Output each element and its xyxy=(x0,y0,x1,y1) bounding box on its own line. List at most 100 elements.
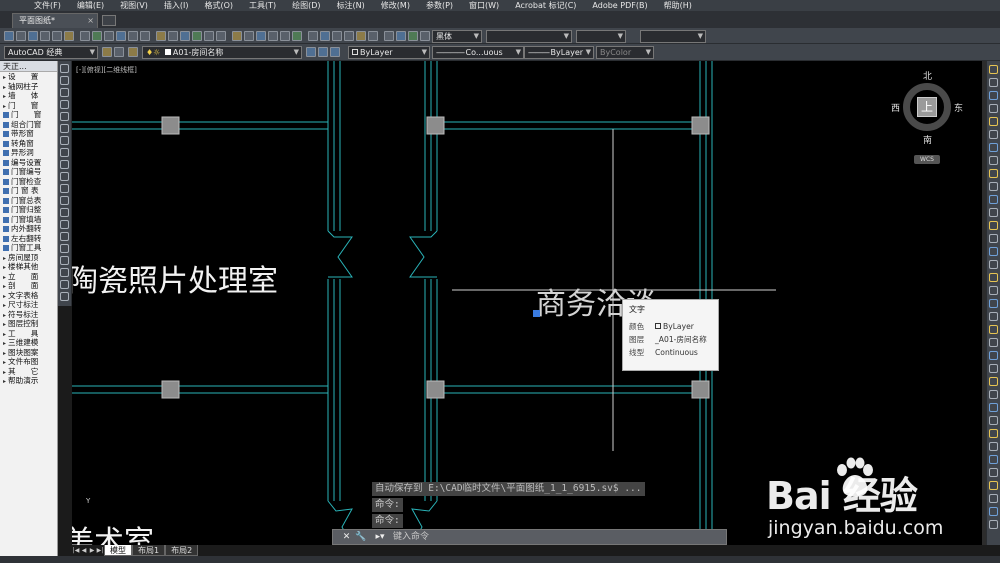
palette-item[interactable]: 门 窗 xyxy=(0,110,57,120)
modify-tool-icon[interactable] xyxy=(989,234,998,243)
menu-item[interactable]: 参数(P) xyxy=(418,0,461,11)
palette-item[interactable]: 门窗总表 xyxy=(0,196,57,206)
text-grip[interactable] xyxy=(533,310,540,317)
palette-item[interactable]: 楼梯其他 xyxy=(0,262,57,272)
menu-item[interactable]: Acrobat 标记(C) xyxy=(507,0,584,11)
palette-item[interactable]: 门窗归整 xyxy=(0,205,57,215)
modify-tool-icon[interactable] xyxy=(989,182,998,191)
toolbar-button-icon[interactable] xyxy=(192,31,202,41)
toolbar-button-icon[interactable] xyxy=(344,31,354,41)
modify-tool-icon[interactable] xyxy=(989,65,998,74)
palette-item[interactable]: 转角窗 xyxy=(0,139,57,149)
palette-item[interactable]: 尺寸标注 xyxy=(0,300,57,310)
lineweight-select[interactable]: ——— ByLayer ▼ xyxy=(524,46,594,59)
modify-tool-icon[interactable] xyxy=(989,455,998,464)
modify-tool-icon[interactable] xyxy=(989,520,998,529)
toolbar-button-icon[interactable] xyxy=(40,31,50,41)
palette-item[interactable]: 门窗编号 xyxy=(0,167,57,177)
toolbar-button-icon[interactable] xyxy=(356,31,366,41)
toolbar-button-icon[interactable] xyxy=(396,31,406,41)
draw-tool-icon[interactable] xyxy=(60,208,69,217)
draw-tool-icon[interactable] xyxy=(60,160,69,169)
menu-item[interactable]: 标注(N) xyxy=(329,0,373,11)
layer-select[interactable]: ♦☼ A01-房间名称 ▼ xyxy=(142,46,302,59)
toolbar-button-icon[interactable] xyxy=(308,31,318,41)
palette-item[interactable]: 帮助演示 xyxy=(0,376,57,386)
palette-item[interactable]: 门窗工具 xyxy=(0,243,57,253)
draw-tool-icon[interactable] xyxy=(60,280,69,289)
annotation-scale-select[interactable]: ▼ xyxy=(640,30,706,43)
draw-tool-icon[interactable] xyxy=(60,136,69,145)
palette-item[interactable]: 房间屋顶 xyxy=(0,253,57,263)
palette-item[interactable]: 图层控制 xyxy=(0,319,57,329)
toolbar-button-icon[interactable] xyxy=(216,31,226,41)
modify-tool-icon[interactable] xyxy=(989,429,998,438)
linetype-select[interactable]: ———— Co...uous ▼ xyxy=(432,46,524,59)
modify-tool-icon[interactable] xyxy=(989,91,998,100)
palette-item[interactable]: 组合门窗 xyxy=(0,120,57,130)
draw-tool-icon[interactable] xyxy=(60,196,69,205)
modify-tool-icon[interactable] xyxy=(989,377,998,386)
menu-item[interactable]: 窗口(W) xyxy=(461,0,507,11)
modify-tool-icon[interactable] xyxy=(989,390,998,399)
modify-tool-icon[interactable] xyxy=(989,208,998,217)
layer-manager-icon[interactable] xyxy=(114,47,124,57)
toolbar-button-icon[interactable] xyxy=(28,31,38,41)
menu-item[interactable]: 编辑(E) xyxy=(69,0,112,11)
draw-tool-icon[interactable] xyxy=(60,244,69,253)
toolbar-button-icon[interactable] xyxy=(104,31,114,41)
draw-tool-icon[interactable] xyxy=(60,148,69,157)
modify-tool-icon[interactable] xyxy=(989,286,998,295)
modify-tool-icon[interactable] xyxy=(989,507,998,516)
palette-item[interactable]: 文件布图 xyxy=(0,357,57,367)
draw-tool-icon[interactable] xyxy=(60,112,69,121)
layer-previous-icon[interactable] xyxy=(318,47,328,57)
palette-item[interactable]: 轴网柱子 xyxy=(0,82,57,92)
toolbar-button-icon[interactable] xyxy=(292,31,302,41)
recent-commands-icon[interactable]: ▸▾ xyxy=(373,532,387,543)
menu-item[interactable]: 绘图(D) xyxy=(284,0,328,11)
toolbar-button-icon[interactable] xyxy=(4,31,14,41)
make-current-icon[interactable] xyxy=(306,47,316,57)
viewcube[interactable]: 上 北 南 西 东 WCS xyxy=(891,69,963,169)
compass-east[interactable]: 东 xyxy=(954,101,963,114)
toolbar-button-icon[interactable] xyxy=(180,31,190,41)
palette-item[interactable]: 设 置 xyxy=(0,72,57,82)
compass-south[interactable]: 南 xyxy=(923,133,932,146)
palette-item[interactable]: 其 它 xyxy=(0,367,57,377)
toolbar-button-icon[interactable] xyxy=(116,31,126,41)
modify-tool-icon[interactable] xyxy=(989,481,998,490)
modify-tool-icon[interactable] xyxy=(989,494,998,503)
draw-tool-icon[interactable] xyxy=(60,256,69,265)
palette-item[interactable]: 编号设置 xyxy=(0,158,57,168)
modify-tool-icon[interactable] xyxy=(989,351,998,360)
palette-item[interactable]: 图块图案 xyxy=(0,348,57,358)
modify-tool-icon[interactable] xyxy=(989,468,998,477)
toolbar-button-icon[interactable] xyxy=(320,31,330,41)
draw-tool-icon[interactable] xyxy=(60,292,69,301)
menu-item[interactable]: 帮助(H) xyxy=(656,0,700,11)
compass-west[interactable]: 西 xyxy=(891,101,900,114)
modify-tool-icon[interactable] xyxy=(989,247,998,256)
menu-item[interactable]: 文件(F) xyxy=(26,0,69,11)
toolbar-button-icon[interactable] xyxy=(408,31,418,41)
draw-tool-icon[interactable] xyxy=(60,124,69,133)
viewport-label[interactable]: [-][俯视][二维线框] xyxy=(76,65,137,75)
close-tab-icon[interactable]: × xyxy=(87,14,94,27)
modify-tool-icon[interactable] xyxy=(989,78,998,87)
palette-item[interactable]: 墙 体 xyxy=(0,91,57,101)
workspace-select[interactable]: AutoCAD 经典 ▼ xyxy=(4,46,98,59)
palette-item[interactable]: 异形洞 xyxy=(0,148,57,158)
palette-item[interactable]: 剖 面 xyxy=(0,281,57,291)
modify-tool-icon[interactable] xyxy=(989,299,998,308)
modify-tool-icon[interactable] xyxy=(989,312,998,321)
toolbar-button-icon[interactable] xyxy=(332,31,342,41)
wrench-icon[interactable]: 🔧 xyxy=(355,532,366,543)
modify-tool-icon[interactable] xyxy=(989,143,998,152)
style-select[interactable]: ▼ xyxy=(576,30,626,43)
modify-tool-icon[interactable] xyxy=(989,364,998,373)
toolbar-button-icon[interactable] xyxy=(232,31,242,41)
modify-tool-icon[interactable] xyxy=(989,416,998,425)
draw-tool-icon[interactable] xyxy=(60,232,69,241)
next-layout-icon[interactable]: ▶ xyxy=(88,545,96,556)
